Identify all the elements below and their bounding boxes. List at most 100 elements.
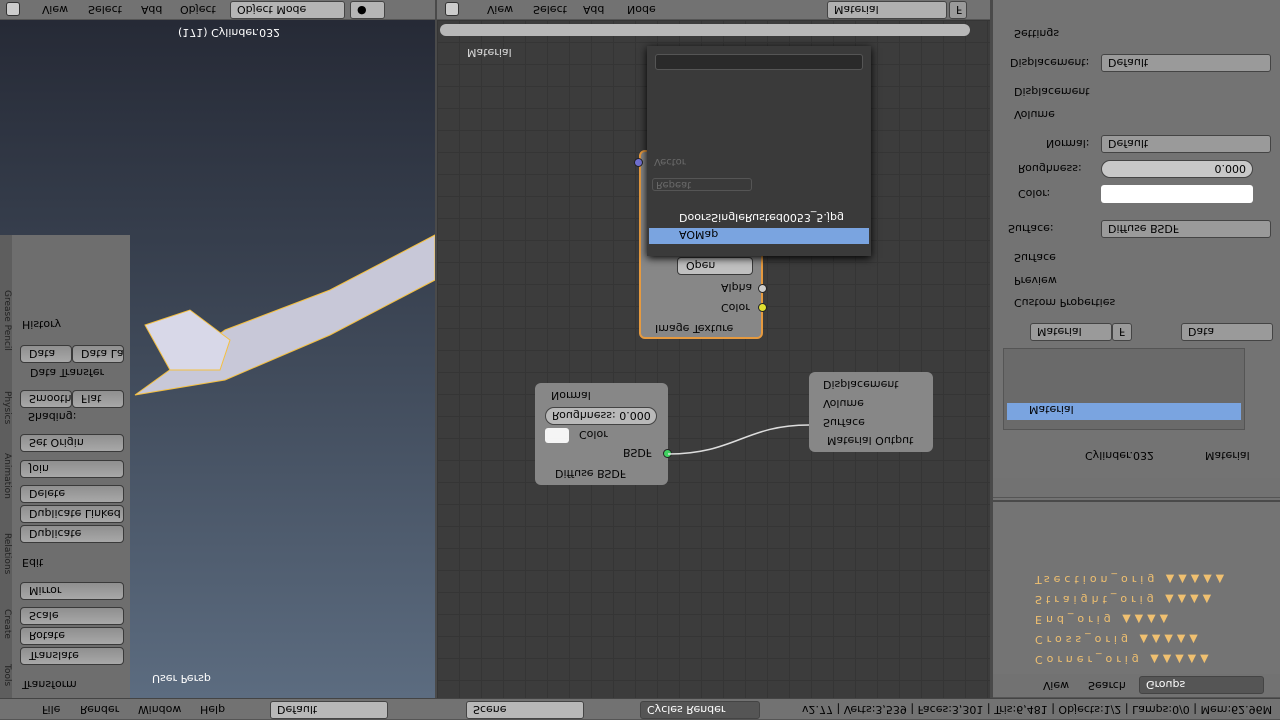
outliner-header: View Search Groups (993, 674, 1280, 698)
material-output-node[interactable]: Material Output Surface Volume Displacem… (809, 372, 933, 452)
menu-window[interactable]: Window (138, 703, 181, 716)
render-engine-select[interactable]: Cycles Render (640, 701, 760, 719)
displacement-select[interactable]: Default (1101, 54, 1271, 72)
socket-vector-in[interactable] (634, 158, 643, 167)
section-displacement[interactable]: Displacement (1014, 85, 1090, 98)
outliner-row[interactable]: Cross_orig ▲▲▲▲▲ (1035, 633, 1202, 646)
roughness-label: Roughness: (1018, 162, 1082, 175)
node-link (667, 424, 810, 455)
menu-add[interactable]: Add (141, 3, 162, 16)
join-button[interactable]: Join (20, 460, 124, 478)
editor-type-icon[interactable] (6, 2, 20, 16)
material-slot[interactable]: Material (1007, 403, 1241, 420)
rotate-button[interactable]: Rotate (20, 627, 124, 645)
node-header: View Select Add Node Material F (437, 0, 990, 20)
fake-user-button[interactable]: F (949, 1, 967, 19)
section-history[interactable]: History (22, 318, 61, 331)
surface-select[interactable]: Diffuse BSDF (1101, 220, 1271, 238)
breadcrumb-object[interactable]: Cylinder.032 (1085, 449, 1154, 462)
scale-button[interactable]: Scale (20, 607, 124, 625)
menu-view[interactable]: View (487, 3, 513, 16)
outliner-row[interactable]: Straight_orig ▲▲▲▲ (1035, 593, 1215, 606)
menu-add[interactable]: Add (583, 3, 604, 16)
section-preview[interactable]: Preview (1014, 274, 1057, 287)
properties-tabs[interactable] (993, 478, 1280, 498)
color-field[interactable] (1101, 185, 1253, 203)
menu-file[interactable]: File (42, 703, 60, 716)
outliner-row[interactable]: Tsection_orig ▲▲▲▲▲ (1035, 573, 1228, 586)
menu-search[interactable]: Search (1088, 679, 1126, 692)
image-popup: DoorsSingleRusted0053_5.jpg AOMap (647, 46, 871, 256)
tree-label: Material (467, 46, 512, 59)
color-label: Color: (1018, 187, 1051, 200)
color-swatch[interactable] (545, 428, 569, 443)
normal-select[interactable]: Default (1101, 135, 1271, 153)
section-transform[interactable]: Transform (22, 678, 77, 691)
shading-label: Shading: (28, 410, 77, 423)
popup-item-selected[interactable]: AOMap (649, 228, 869, 244)
data-layout-button[interactable]: Data La (72, 345, 124, 363)
shading-select[interactable]: ● (350, 1, 385, 19)
section-edit[interactable]: Edit (22, 556, 43, 569)
mode-select[interactable]: Object Mode (230, 1, 345, 19)
layout-select[interactable]: Default (270, 701, 388, 719)
roughness-slider[interactable]: 0.000 (1101, 160, 1253, 178)
outliner (993, 502, 1280, 674)
mirror-button[interactable]: Mirror (20, 582, 124, 600)
smooth-button[interactable]: Smooth (20, 390, 72, 408)
tab-relations[interactable]: Relations (0, 518, 12, 590)
menu-render[interactable]: Render (80, 703, 119, 716)
material-field[interactable]: Material (827, 1, 947, 19)
menu-view[interactable]: View (42, 3, 68, 16)
extension-select[interactable]: Repeat (656, 179, 691, 190)
normal-label: Normal: (1046, 137, 1090, 150)
tab-create[interactable]: Create (0, 598, 12, 650)
tab-physics[interactable]: Physics (0, 380, 12, 435)
object-label: (171) Cylinder.032 (178, 26, 281, 39)
model-geometry (134, 234, 435, 396)
vector-input-label: Vector (654, 156, 686, 167)
section-custom-properties[interactable]: Custom Properties (1014, 296, 1115, 309)
set-origin-button[interactable]: Set Origin (20, 434, 124, 452)
breadcrumb-material[interactable]: Material (1205, 449, 1250, 462)
flat-button[interactable]: Flat (72, 390, 124, 408)
menu-object[interactable]: Object (180, 3, 216, 16)
users-button[interactable]: F (1112, 323, 1132, 341)
socket-alpha-out[interactable] (758, 284, 767, 293)
menu-select[interactable]: Select (533, 3, 567, 16)
delete-button[interactable]: Delete (20, 485, 124, 503)
scene-select[interactable]: Scene (466, 701, 584, 719)
duplicate-button[interactable]: Duplicate (20, 525, 124, 543)
scene-stats: v2.77 | Verts:3,539 | Faces:3,301 | Tris… (802, 703, 1273, 716)
tab-animation[interactable]: Animation (0, 440, 12, 512)
section-volume[interactable]: Volume (1014, 108, 1055, 121)
open-image-button[interactable]: Open (677, 257, 753, 275)
menu-node[interactable]: Node (627, 3, 656, 16)
tab-tools[interactable]: Tools (0, 655, 12, 695)
diffuse-bsdf-node[interactable]: Diffuse BSDF BSDF Color Roughness: 0.000… (535, 383, 668, 485)
section-surface[interactable]: Surface (1014, 251, 1056, 264)
tab-grease-pencil[interactable]: Grease Pencil (0, 270, 12, 370)
socket-color-out[interactable] (758, 303, 767, 312)
translate-button[interactable]: Translate (20, 647, 124, 665)
displacement-label: Displacement: (1010, 56, 1090, 69)
node-scrollbar[interactable] (440, 24, 970, 36)
material-name-field[interactable]: Material (1030, 323, 1112, 341)
outliner-row[interactable]: Corner_orig ▲▲▲▲▲ (1035, 653, 1213, 666)
viewport-header: View Select Add Object Object Mode ● (0, 0, 435, 20)
popup-item[interactable]: DoorsSingleRusted0053_5.jpg (651, 211, 867, 228)
menu-view[interactable]: View (1043, 679, 1069, 692)
section-settings[interactable]: Settings (1014, 27, 1059, 40)
menu-select[interactable]: Select (88, 3, 122, 16)
data-transfer-button[interactable]: Data Transfer (30, 366, 104, 379)
display-mode-select[interactable]: Groups (1139, 676, 1264, 694)
data-button[interactable]: Data (20, 345, 72, 363)
surface-label: Surface: (1008, 222, 1054, 235)
link-select[interactable]: Data (1181, 323, 1273, 341)
roughness-field[interactable]: Roughness: 0.000 (545, 407, 657, 425)
outliner-row[interactable]: End_orig ▲▲▲▲ (1035, 613, 1172, 626)
duplicate-linked-button[interactable]: Duplicate Linked (20, 505, 124, 523)
menu-help[interactable]: Help (200, 703, 225, 716)
image-search-input[interactable] (655, 54, 863, 70)
editor-type-icon[interactable] (445, 2, 459, 16)
